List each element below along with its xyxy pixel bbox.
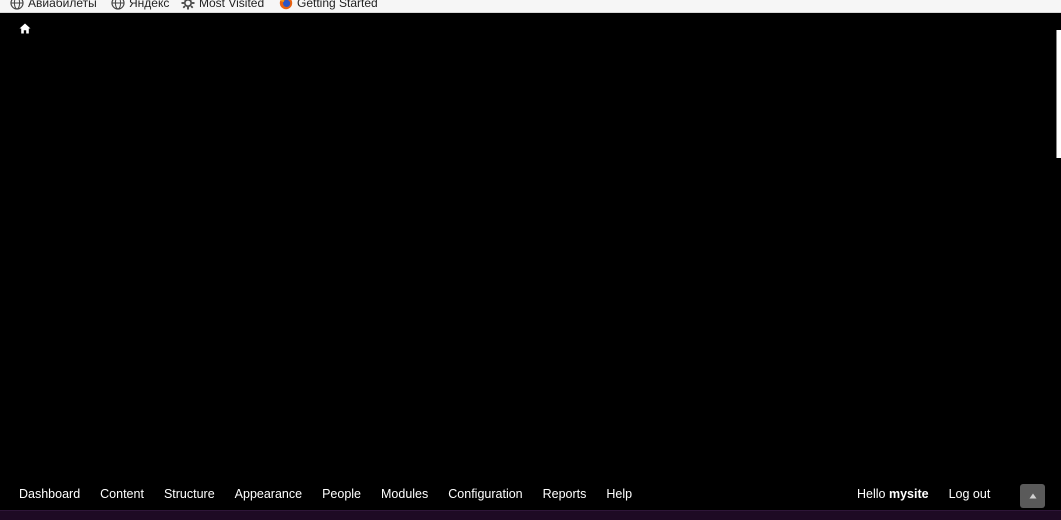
menu-item-modules[interactable]: Modules xyxy=(371,487,438,501)
firefox-icon xyxy=(279,0,293,10)
menu-item-people[interactable]: People xyxy=(312,487,371,501)
scrollbar-thumb[interactable] xyxy=(1056,30,1061,158)
bookmark-getting-started[interactable]: Getting Started xyxy=(279,0,378,11)
bookmarks-bar: Авиабилеты Яндекс Most Visited Getting S… xyxy=(0,0,1061,13)
toolbar-toggle-button[interactable] xyxy=(1020,484,1045,508)
home-icon xyxy=(19,23,31,33)
bookmark-label: Яндекс xyxy=(129,0,170,10)
username: mysite xyxy=(888,487,929,501)
menu-item-structure[interactable]: Structure xyxy=(154,487,225,501)
bookmark-label: Авиабилеты xyxy=(28,0,97,10)
user-menu: Hello mysite Log out xyxy=(847,478,1000,510)
menu-item-help[interactable]: Help xyxy=(596,487,642,501)
menu-item-dashboard[interactable]: Dashboard xyxy=(9,487,90,501)
globe-icon xyxy=(10,0,24,10)
menu-item-reports[interactable]: Reports xyxy=(533,487,597,501)
bookmark-aviabilety[interactable]: Авиабилеты xyxy=(10,0,97,11)
bookmark-label: Most Visited xyxy=(199,0,265,10)
menu-item-content[interactable]: Content xyxy=(90,487,154,501)
logout-link[interactable]: Log out xyxy=(939,487,1001,501)
bottom-shortcut-bar xyxy=(0,510,1061,520)
menu-item-configuration[interactable]: Configuration xyxy=(438,487,532,501)
admin-menu: Dashboard Content Structure Appearance P… xyxy=(9,478,642,510)
triangle-up-icon xyxy=(1029,493,1036,499)
bookmark-label: Getting Started xyxy=(297,0,378,10)
user-greeting: Hello mysite xyxy=(847,487,939,501)
bookmark-most-visited[interactable]: Most Visited xyxy=(181,0,264,11)
home-link[interactable] xyxy=(17,20,33,36)
globe-icon xyxy=(111,0,125,10)
admin-toolbar: Dashboard Content Structure Appearance P… xyxy=(0,478,1061,510)
gear-icon xyxy=(181,0,195,10)
greeting-prefix: Hello xyxy=(857,487,886,501)
bookmark-yandex[interactable]: Яндекс xyxy=(111,0,169,11)
menu-item-appearance[interactable]: Appearance xyxy=(225,487,312,501)
browser-viewport: Авиабилеты Яндекс Most Visited Getting S… xyxy=(0,0,1061,520)
